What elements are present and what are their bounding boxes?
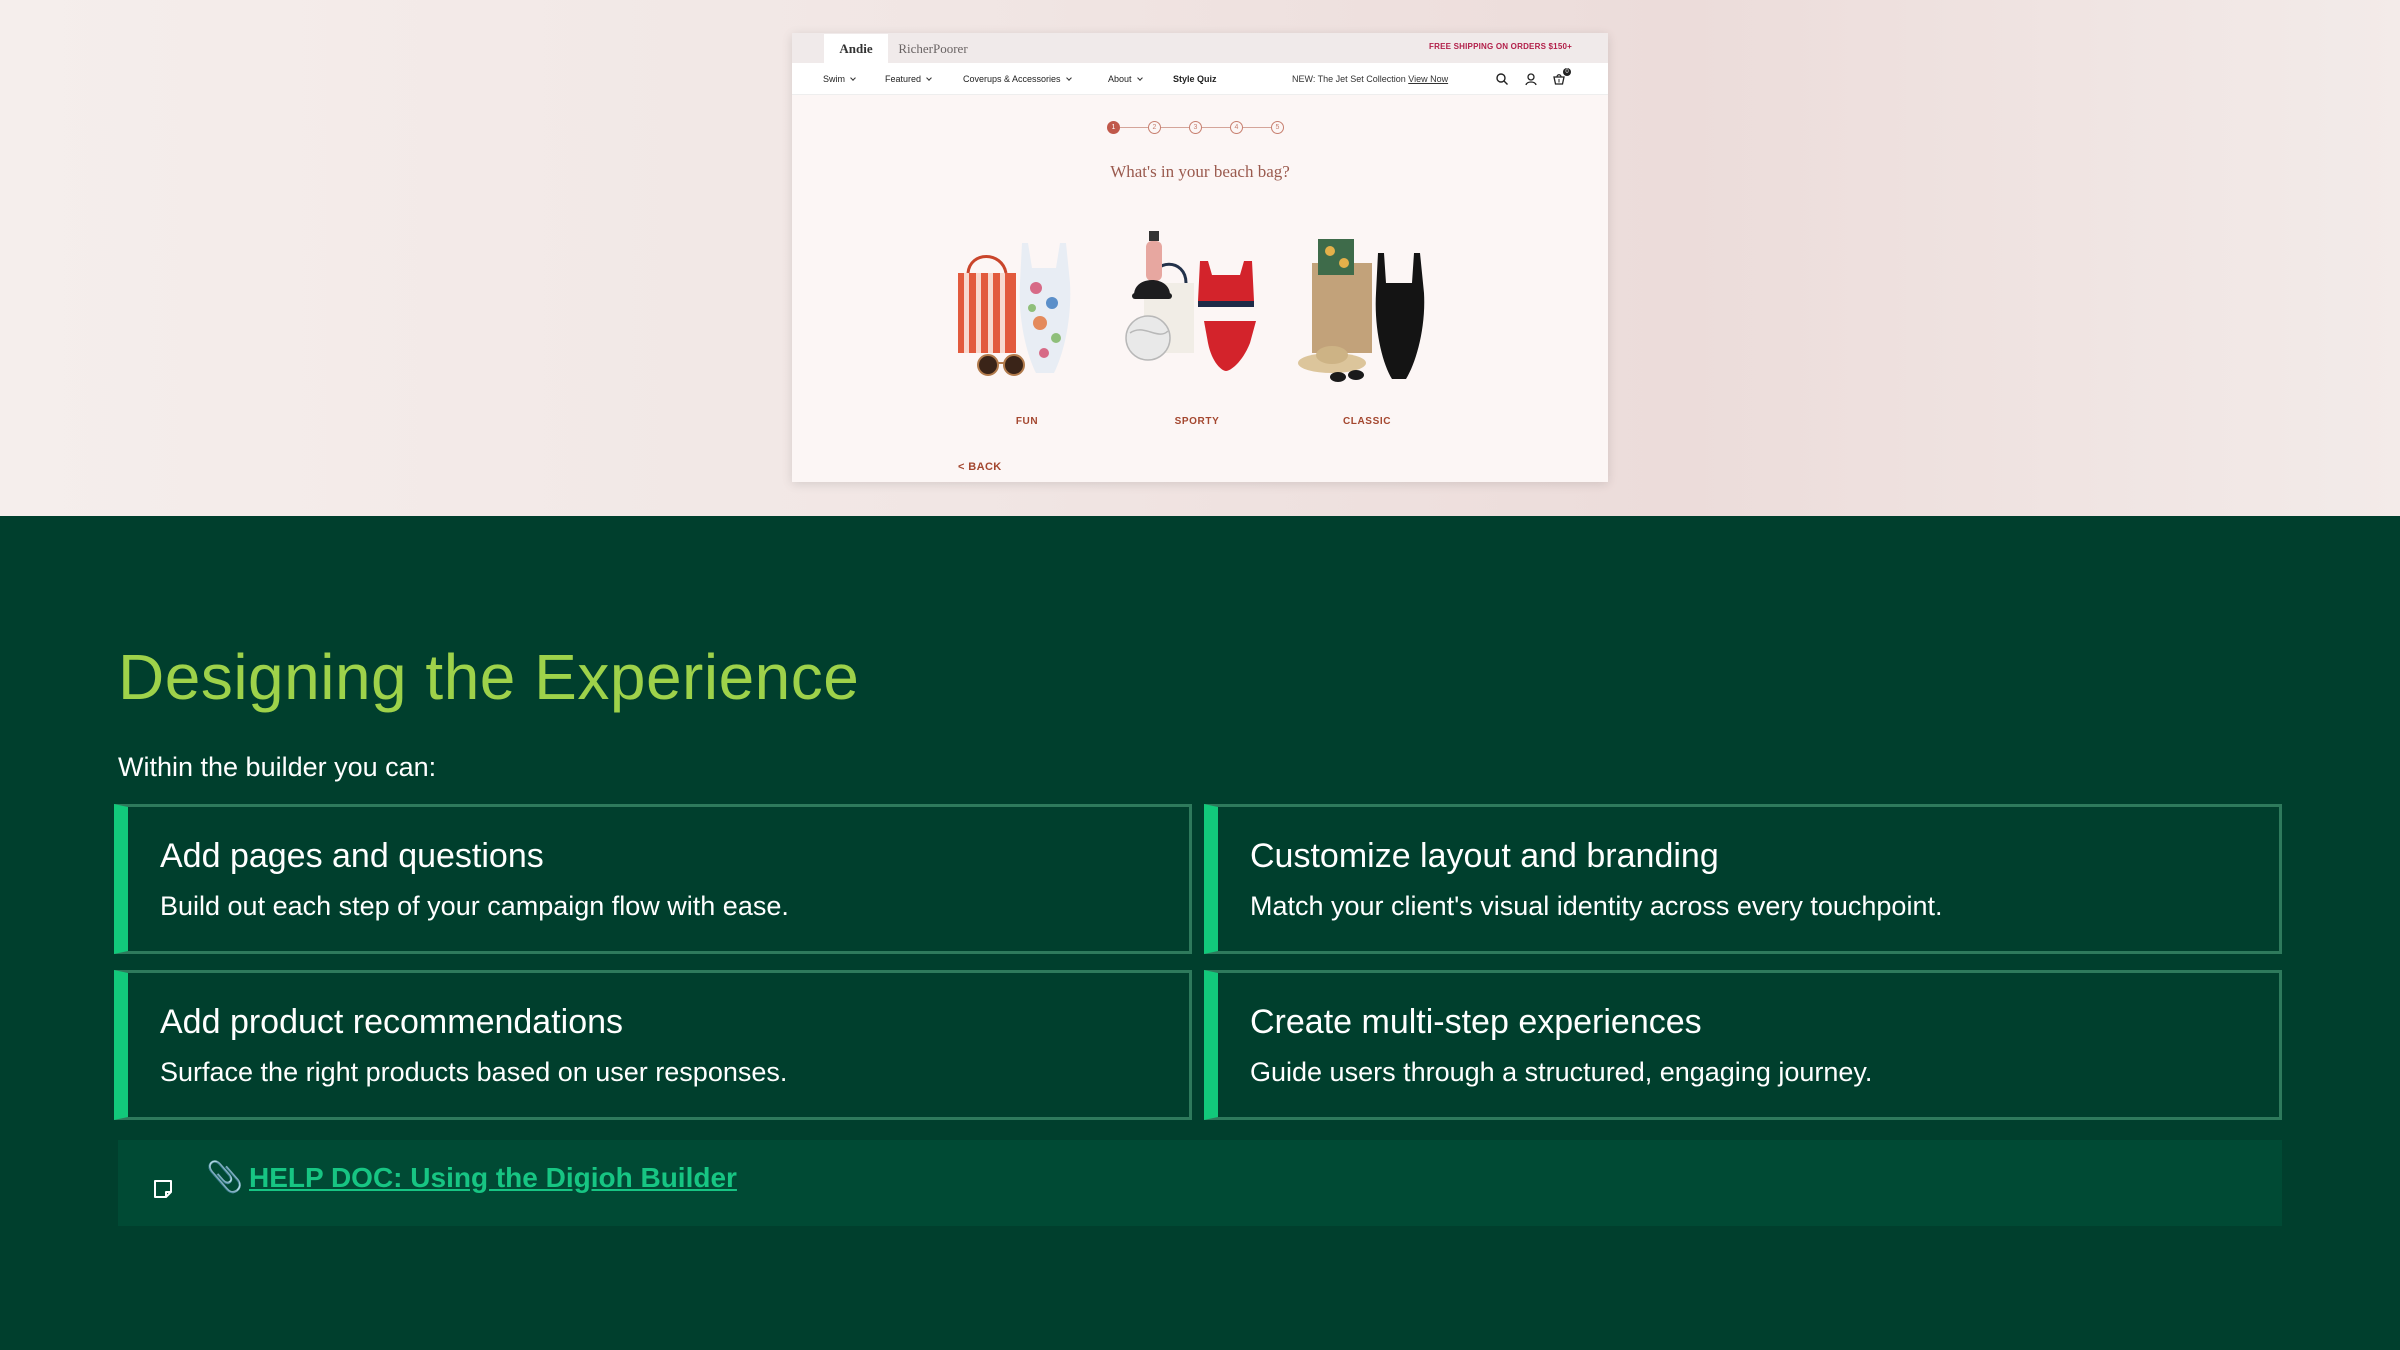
- step-1: 1: [1107, 121, 1120, 134]
- search-icon[interactable]: [1495, 72, 1509, 86]
- nav-item-label: About: [1108, 74, 1132, 84]
- step-connector: [1161, 127, 1189, 128]
- feature-card-title: Add product recommendations: [160, 1003, 624, 1041]
- feature-card-description: Build out each step of your campaign flo…: [160, 891, 789, 921]
- sporty-product-image: [1125, 231, 1256, 371]
- website-screenshot: Andie RicherPoorer FREE SHIPPING ON ORDE…: [792, 33, 1608, 482]
- account-icon[interactable]: [1524, 72, 1538, 86]
- intro-text: Within the builder you can:: [118, 752, 437, 782]
- chevron-down-icon: [1136, 74, 1143, 81]
- step-connector: [1243, 127, 1271, 128]
- chevron-down-icon: [850, 74, 856, 81]
- feature-card: Add product recommendations Surface the …: [114, 970, 1192, 1120]
- quiz-option-classic[interactable]: CLASSIC: [1292, 223, 1442, 433]
- site-nav: Swim Featured Coverups & Accessories Abo…: [792, 63, 1608, 95]
- brand-tab-richerpoorer[interactable]: RicherPoorer: [888, 34, 978, 63]
- feature-card: Customize layout and branding Match your…: [1204, 804, 2282, 954]
- step-connector: [1120, 127, 1148, 128]
- feature-card-title: Create multi-step experiences: [1250, 1003, 1702, 1041]
- option-label: FUN: [1015, 416, 1039, 427]
- nav-item-swim[interactable]: Swim: [823, 74, 856, 84]
- paperclip-icon: 📎: [206, 1161, 244, 1194]
- feature-card-title: Add pages and questions: [160, 837, 544, 875]
- quiz-question: What's in your beach bag?: [1110, 162, 1290, 181]
- feature-card: Add pages and questions Build out each s…: [114, 804, 1192, 954]
- page-title: Designing the Experience: [118, 641, 860, 713]
- brand-tab-andie[interactable]: Andie: [824, 34, 888, 63]
- back-button[interactable]: < BACK: [958, 461, 1002, 473]
- nav-item-label: Style Quiz: [1173, 74, 1217, 84]
- nav-item-label: Swim: [823, 74, 845, 84]
- option-label: CLASSIC: [1342, 416, 1392, 427]
- feature-card-description: Guide users through a structured, engagi…: [1250, 1057, 1873, 1087]
- promo-link[interactable]: View Now: [1408, 74, 1448, 84]
- step-2: 2: [1148, 121, 1161, 134]
- feature-card: Create multi-step experiences Guide user…: [1204, 970, 2282, 1120]
- step-3: 3: [1189, 121, 1202, 134]
- feature-card-title: Customize layout and branding: [1250, 837, 1719, 875]
- nav-item-about[interactable]: About: [1108, 74, 1143, 84]
- step-connector: [1202, 127, 1230, 128]
- fun-product-image: [958, 243, 1071, 376]
- nav-item-style-quiz[interactable]: Style Quiz: [1173, 74, 1217, 84]
- brand-bar: Andie RicherPoorer FREE SHIPPING ON ORDE…: [792, 33, 1608, 63]
- step-4: 4: [1230, 121, 1243, 134]
- promo-banner: NEW: The Jet Set Collection View Now: [1292, 74, 1448, 84]
- classic-product-image: [1298, 239, 1425, 382]
- hero-preview-area: Andie RicherPoorer FREE SHIPPING ON ORDE…: [0, 0, 2400, 516]
- cart-count-badge: 0: [1563, 68, 1571, 76]
- nav-item-featured[interactable]: Featured: [885, 74, 932, 84]
- nav-item-label: Coverups & Accessories: [963, 74, 1061, 84]
- quiz-option-sporty[interactable]: SPORTY: [1122, 223, 1272, 433]
- chevron-down-icon: [1065, 74, 1072, 81]
- feature-card-description: Match your client's visual identity acro…: [1250, 891, 1943, 921]
- promo-text: NEW: The Jet Set Collection: [1292, 74, 1406, 84]
- step-5: 5: [1271, 121, 1284, 134]
- feature-card-description: Surface the right products based on user…: [160, 1057, 788, 1087]
- option-label: SPORTY: [1174, 416, 1220, 427]
- nav-item-coverups[interactable]: Coverups & Accessories: [963, 74, 1072, 84]
- nav-item-label: Featured: [885, 74, 922, 84]
- quiz-option-fun[interactable]: FUN: [952, 223, 1102, 433]
- help-callout: 📎 HELP DOC: Using the Digioh Builder: [118, 1140, 2282, 1226]
- note-icon: [154, 1180, 172, 1198]
- help-doc-link[interactable]: HELP DOC: Using the Digioh Builder: [249, 1162, 737, 1194]
- shipping-banner: FREE SHIPPING ON ORDERS $150+: [1429, 42, 1572, 51]
- chevron-down-icon: [926, 74, 932, 81]
- quiz-stepper: 1 2 3 4 5: [1107, 121, 1292, 135]
